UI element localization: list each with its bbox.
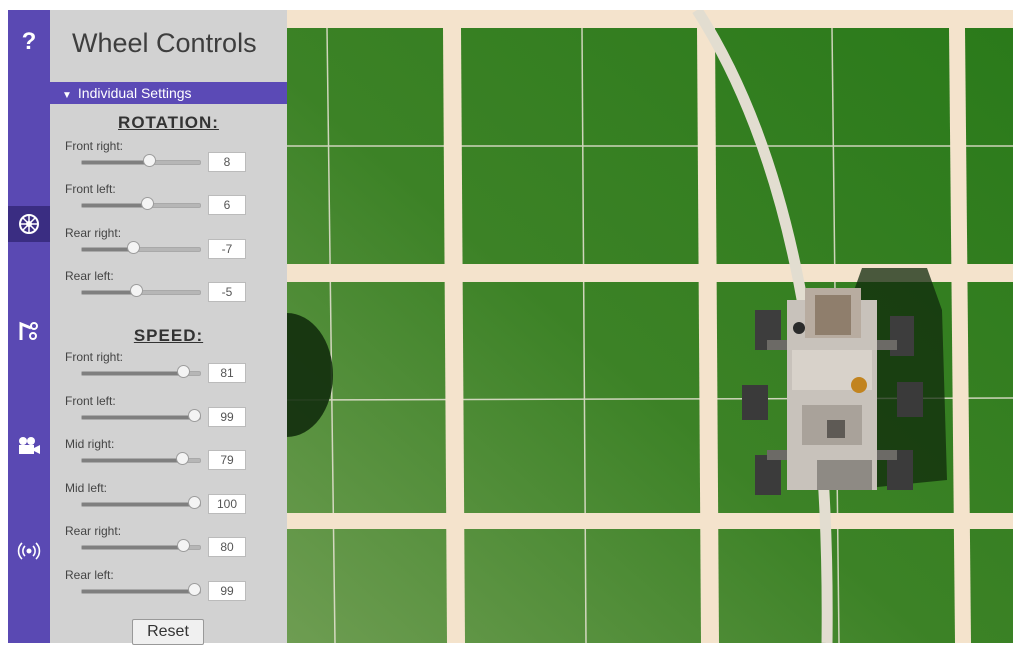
speed-mid-left-row: Mid left: 100	[65, 481, 277, 521]
rotation-rear-right-row: Rear right: -7	[65, 226, 277, 266]
help-icon[interactable]: ?	[8, 24, 50, 60]
section-label: Individual Settings	[77, 85, 192, 101]
value-field[interactable]: 79	[208, 450, 246, 470]
slider-label: Mid right:	[65, 437, 115, 451]
slider-track[interactable]	[81, 247, 201, 252]
rotation-heading: ROTATION:	[118, 113, 219, 132]
value-field[interactable]: 8	[208, 152, 246, 172]
slider-track[interactable]	[81, 502, 201, 507]
speed-rear-left-row: Rear left: 99	[65, 568, 277, 608]
triangle-down-icon: ▼	[62, 90, 72, 101]
speed-front-left-row: Front left: 99	[65, 394, 277, 434]
slider-thumb[interactable]	[130, 284, 144, 297]
rotation-front-right-row: Front right: 8	[65, 139, 277, 179]
speed-rear-right-row: Rear right: 80	[65, 524, 277, 564]
panel-title: Wheel Controls	[72, 28, 257, 58]
slider-thumb[interactable]	[175, 452, 189, 465]
value-field[interactable]: -7	[208, 239, 246, 259]
individual-settings-header[interactable]: ▼ Individual Settings	[50, 82, 287, 104]
slider-thumb[interactable]	[187, 496, 201, 509]
slider-track[interactable]	[81, 589, 201, 594]
speed-front-right-row: Front right: 81	[65, 350, 277, 390]
slider-label: Rear right:	[65, 524, 122, 538]
value-field[interactable]: -5	[208, 282, 246, 302]
slider-thumb[interactable]	[187, 583, 201, 596]
slider-label: Front right:	[65, 350, 124, 364]
value-field[interactable]: 100	[208, 494, 246, 514]
slider-label: Rear left:	[65, 568, 114, 582]
value-field[interactable]: 6	[208, 195, 246, 215]
slider-thumb[interactable]	[187, 409, 201, 422]
signal-icon[interactable]	[8, 533, 50, 569]
wheel-controls-panel: Wheel Controls ▼ Individual Settings ROTA…	[50, 10, 287, 645]
camera-icon[interactable]	[8, 428, 50, 464]
rotation-rear-left-row: Rear left: -5	[65, 269, 277, 309]
value-field[interactable]: 81	[208, 363, 246, 383]
simulation-viewport[interactable]	[287, 10, 1013, 643]
slider-thumb[interactable]	[177, 365, 190, 378]
rotation-front-left-row: Front left: 6	[65, 182, 277, 222]
speed-mid-right-row: Mid right: 79	[65, 437, 277, 477]
slider-label: Front left:	[65, 394, 116, 408]
slider-track[interactable]	[81, 415, 201, 420]
value-field[interactable]: 80	[208, 537, 246, 557]
slider-label: Front left:	[65, 182, 116, 196]
scene-canvas	[287, 10, 1013, 643]
value-field[interactable]: 99	[208, 581, 246, 601]
wheel-icon[interactable]	[8, 206, 50, 242]
slider-label: Rear right:	[65, 226, 122, 240]
slider-thumb[interactable]	[177, 539, 190, 552]
slider-track[interactable]	[81, 160, 201, 165]
value-field[interactable]: 99	[208, 407, 246, 427]
slider-thumb[interactable]	[141, 197, 154, 210]
slider-label: Rear left:	[65, 269, 114, 283]
slider-label: Front right:	[65, 139, 124, 153]
slider-label: Mid left:	[65, 481, 108, 495]
tool-rail: ?	[8, 10, 50, 643]
slider-thumb[interactable]	[143, 154, 157, 167]
reset-button[interactable]: Reset	[132, 619, 204, 645]
robot-arm-icon[interactable]	[8, 312, 50, 348]
speed-heading: SPEED:	[133, 326, 204, 345]
slider-thumb[interactable]	[126, 241, 140, 254]
